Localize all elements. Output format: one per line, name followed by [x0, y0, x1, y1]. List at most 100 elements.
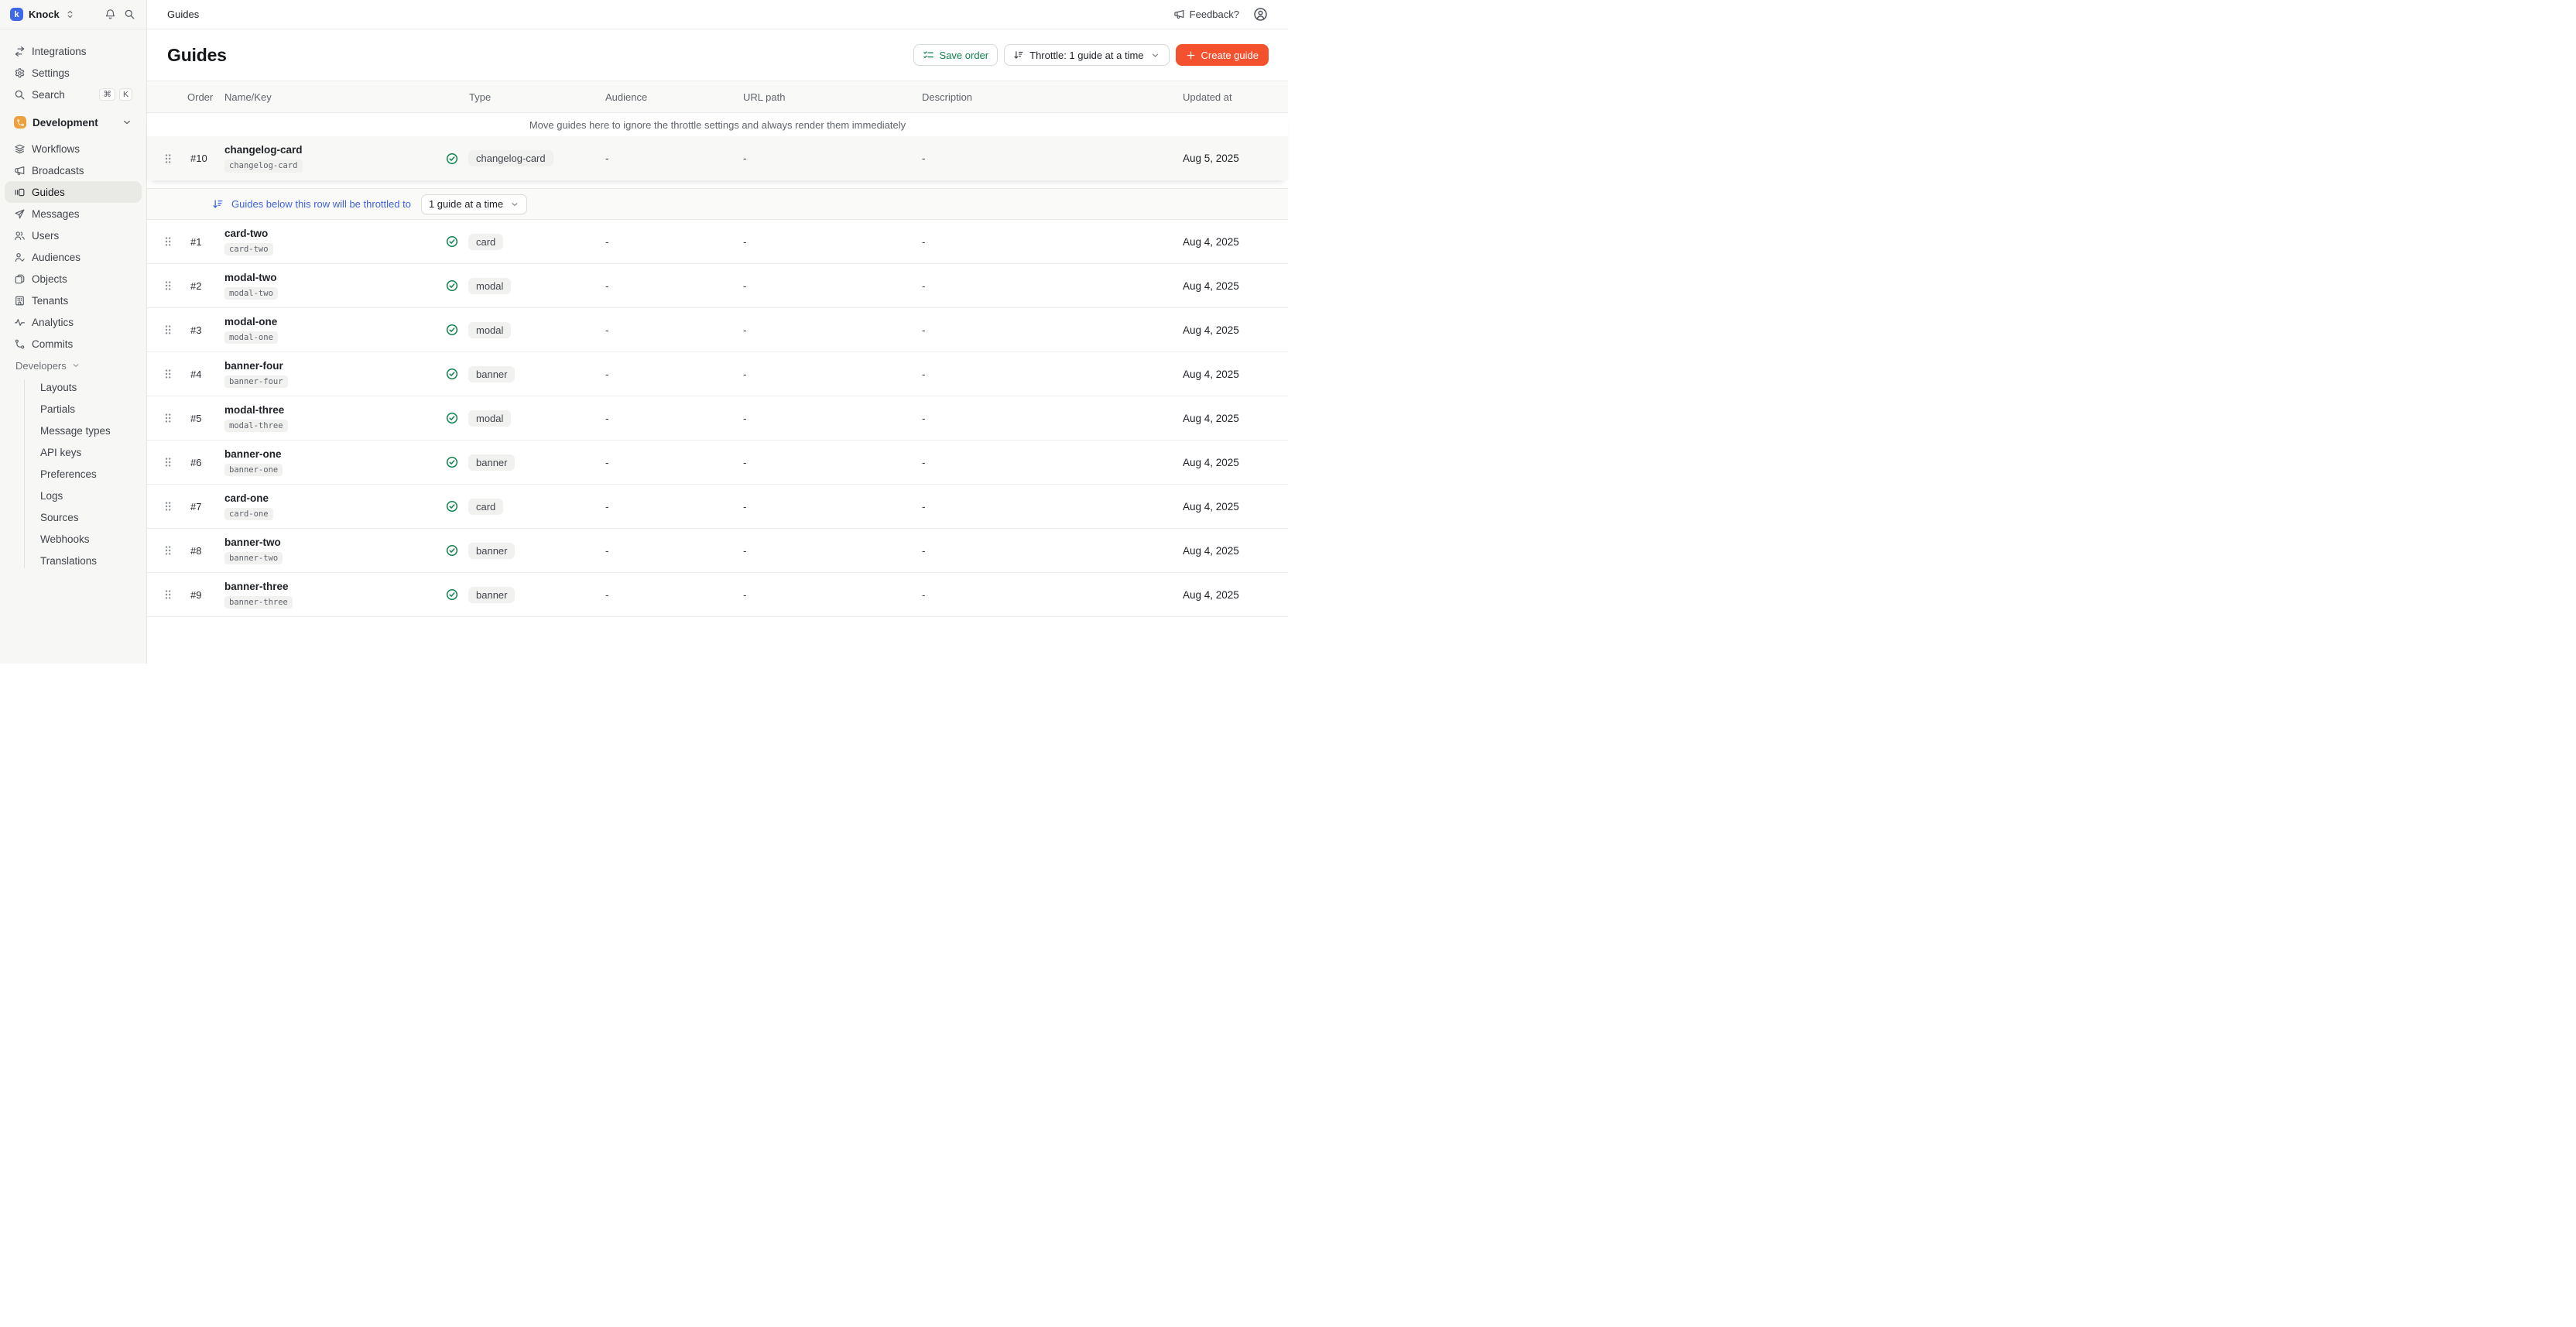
drag-handle-icon[interactable] [165, 369, 171, 379]
check-circle-icon [446, 235, 458, 248]
sidebar-item-label: Users [32, 230, 59, 242]
sidebar-item-workflows[interactable]: Workflows [5, 138, 142, 159]
user-avatar[interactable] [1253, 7, 1268, 22]
table-row[interactable]: #9 banner-three banner-three banner - - … [147, 573, 1288, 617]
sidebar-header: k Knock [0, 0, 146, 29]
feedback-button[interactable]: Feedback? [1173, 9, 1239, 20]
megaphone-icon [14, 165, 26, 177]
guide-audience: - [605, 236, 743, 248]
drag-handle-icon[interactable] [165, 236, 171, 247]
sidebar-item-preferences[interactable]: Preferences [0, 463, 146, 485]
sidebar-item-integrations[interactable]: Integrations [5, 40, 142, 62]
guide-description: - [922, 545, 1183, 557]
drag-handle-icon[interactable] [165, 457, 171, 468]
breadcrumb: Guides [167, 9, 199, 20]
sidebar-item-sources[interactable]: Sources [0, 506, 146, 528]
drag-handle-icon[interactable] [165, 324, 171, 335]
chevron-down-icon [71, 361, 80, 370]
sidebar-item-objects[interactable]: Objects [5, 268, 142, 290]
sort-descending-icon [1013, 50, 1024, 60]
developers-section-toggle[interactable]: Developers [0, 356, 146, 375]
unthrottled-section: Move guides here to ignore the throttle … [147, 113, 1288, 180]
column-header-updated-at: Updated at [1183, 91, 1288, 103]
guide-description: - [922, 501, 1183, 513]
sidebar-item-search[interactable]: Search ⌘ K [5, 84, 142, 105]
sidebar-item-translations[interactable]: Translations [0, 550, 146, 571]
guide-order: #3 [178, 324, 224, 336]
guide-name: banner-three [224, 581, 289, 592]
workspace-switcher[interactable]: k Knock [10, 8, 75, 21]
bell-icon[interactable] [104, 9, 116, 20]
sidebar-item-messages[interactable]: Messages [5, 203, 142, 225]
guide-rows: #1 card-two card-two card - - - Aug 4, 2… [147, 220, 1288, 617]
sidebar-item-partials[interactable]: Partials [0, 398, 146, 420]
sidebar-item-label: Settings [32, 67, 70, 79]
page-title: Guides [167, 45, 227, 66]
sidebar-item-logs[interactable]: Logs [0, 485, 146, 506]
sidebar-item-guides[interactable]: Guides [5, 181, 142, 203]
sidebar-item-message-types[interactable]: Message types [0, 420, 146, 441]
developers-submenu: Layouts Partials Message types API keys … [0, 375, 146, 573]
throttle-value-select[interactable]: 1 guide at a time [421, 194, 527, 214]
guide-name: modal-three [224, 404, 284, 416]
sidebar-item-broadcasts[interactable]: Broadcasts [5, 159, 142, 181]
table-row[interactable]: #1 card-two card-two card - - - Aug 4, 2… [147, 220, 1288, 264]
check-circle-icon [446, 456, 458, 468]
search-icon[interactable] [124, 9, 135, 20]
drag-handle-icon[interactable] [165, 413, 171, 423]
table-row[interactable]: #5 modal-three modal-three modal - - - A… [147, 396, 1288, 441]
table-row[interactable]: #6 banner-one banner-one banner - - - Au… [147, 441, 1288, 485]
guide-key-badge: modal-two [224, 287, 278, 300]
throttle-divider-label: Guides below this row will be throttled … [231, 198, 411, 210]
guide-url-path: - [743, 457, 922, 468]
developers-section-label: Developers [15, 360, 67, 372]
environment-switcher[interactable]: Development [5, 111, 142, 133]
layers-icon [14, 143, 26, 155]
sidebar-item-api-keys[interactable]: API keys [0, 441, 146, 463]
save-order-button[interactable]: Save order [913, 44, 999, 66]
guide-type-badge: banner [468, 366, 515, 382]
integrations-icon [14, 46, 26, 57]
gear-icon [14, 67, 26, 79]
check-circle-icon [446, 544, 458, 557]
table-row[interactable]: #8 banner-two banner-two banner - - - Au… [147, 529, 1288, 573]
drag-handle-icon[interactable] [165, 501, 171, 512]
guide-audience: - [605, 589, 743, 601]
guide-type-badge: banner [468, 454, 515, 471]
sidebar-item-analytics[interactable]: Analytics [5, 311, 142, 333]
guide-type-cell: modal [446, 278, 605, 294]
drag-handle-icon[interactable] [165, 545, 171, 556]
column-header-audience: Audience [605, 91, 743, 103]
guide-description: - [922, 153, 1183, 164]
table-row[interactable]: #10 changelog-card changelog-card change… [147, 136, 1288, 180]
guide-type-badge: card [468, 499, 503, 515]
table-row[interactable]: #7 card-one card-one card - - - Aug 4, 2… [147, 485, 1288, 529]
sidebar-item-commits[interactable]: Commits [5, 333, 142, 355]
table-row[interactable]: #3 modal-one modal-one modal - - - Aug 4… [147, 308, 1288, 352]
sidebar-item-label: Analytics [32, 317, 74, 328]
guide-key-badge: card-one [224, 508, 273, 521]
sidebar-item-audiences[interactable]: Audiences [5, 246, 142, 268]
k-key: K [119, 88, 132, 101]
sidebar-item-webhooks[interactable]: Webhooks [0, 528, 146, 550]
throttle-dropdown-button[interactable]: Throttle: 1 guide at a time [1004, 44, 1169, 66]
pages-icon [14, 273, 26, 285]
sidebar-item-layouts[interactable]: Layouts [0, 376, 146, 398]
sidebar-item-tenants[interactable]: Tenants [5, 290, 142, 311]
table-row[interactable]: #2 modal-two modal-two modal - - - Aug 4… [147, 264, 1288, 308]
guide-key-badge: banner-four [224, 375, 288, 389]
table-row[interactable]: #4 banner-four banner-four banner - - - … [147, 352, 1288, 396]
guide-name-key: banner-two banner-two [224, 537, 446, 565]
guide-type-cell: banner [446, 543, 605, 559]
guide-description: - [922, 413, 1183, 424]
drag-handle-icon[interactable] [165, 280, 171, 291]
throttle-value: 1 guide at a time [429, 198, 503, 210]
drag-handle-icon[interactable] [165, 153, 171, 164]
drag-handle-icon[interactable] [165, 589, 171, 600]
sidebar-item-users[interactable]: Users [5, 225, 142, 246]
create-guide-button[interactable]: Create guide [1176, 44, 1269, 66]
sidebar-item-settings[interactable]: Settings [5, 62, 142, 84]
guide-order: #10 [178, 153, 224, 164]
check-circle-icon [446, 153, 458, 165]
guide-updated-at: Aug 5, 2025 [1183, 153, 1288, 164]
